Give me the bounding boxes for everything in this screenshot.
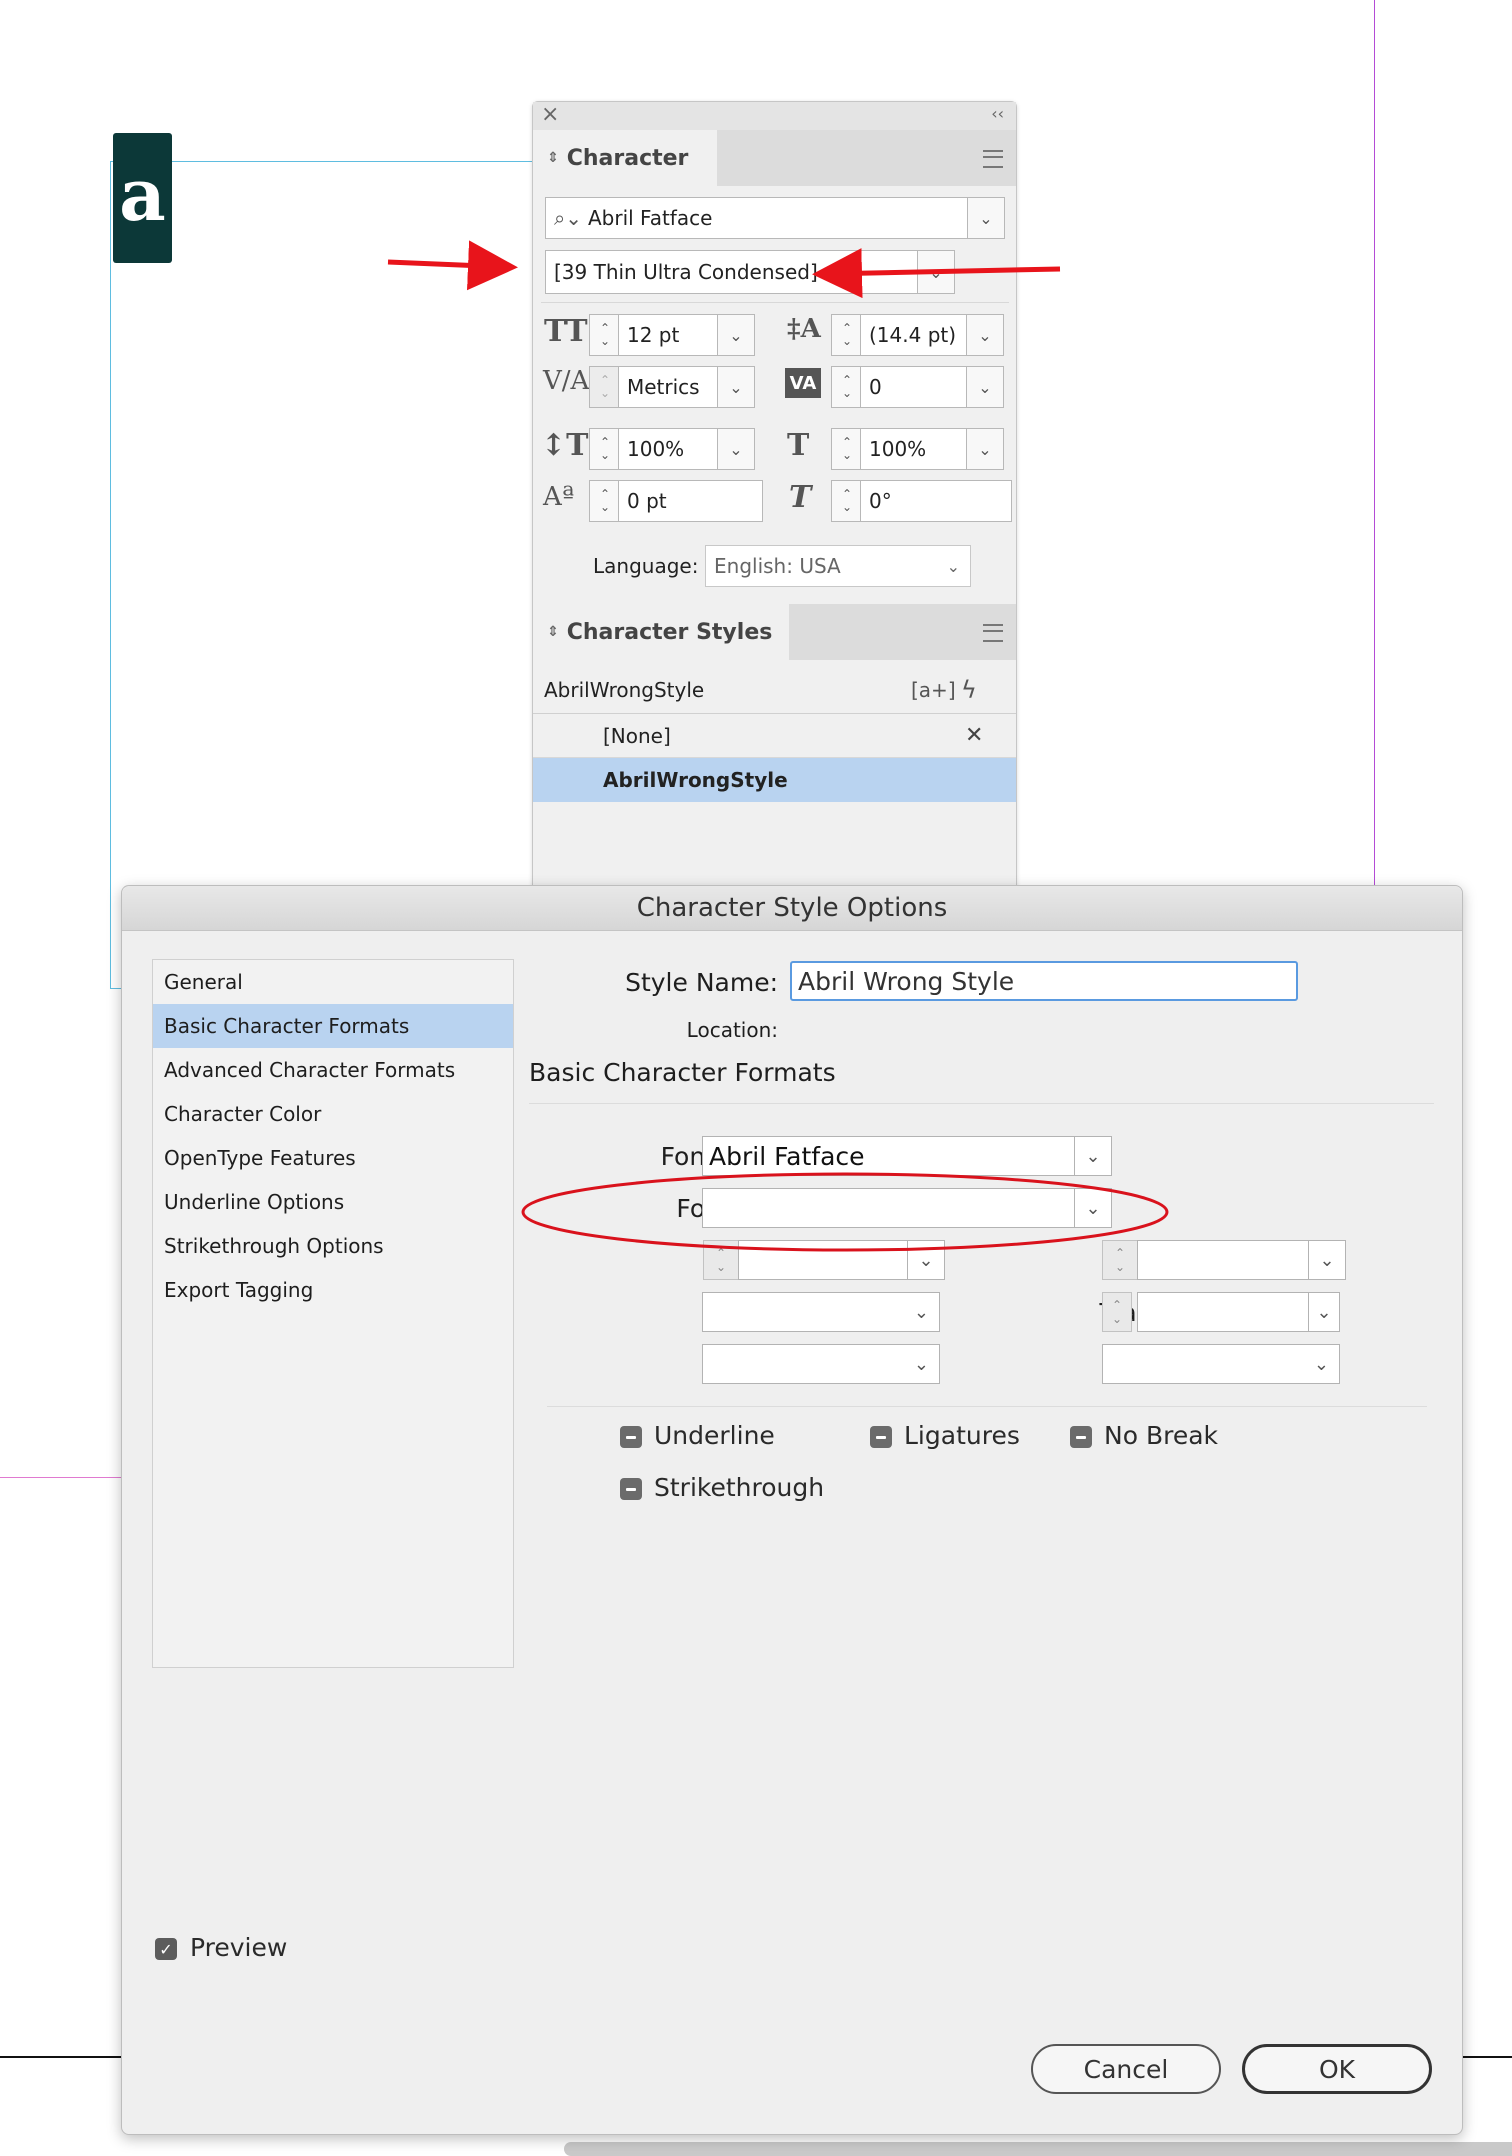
font-style-highlight-ellipse <box>521 1172 1169 1252</box>
arrow-right <box>812 248 1061 299</box>
arrow-left <box>387 240 518 291</box>
annotation-overlay <box>387 240 1169 1252</box>
